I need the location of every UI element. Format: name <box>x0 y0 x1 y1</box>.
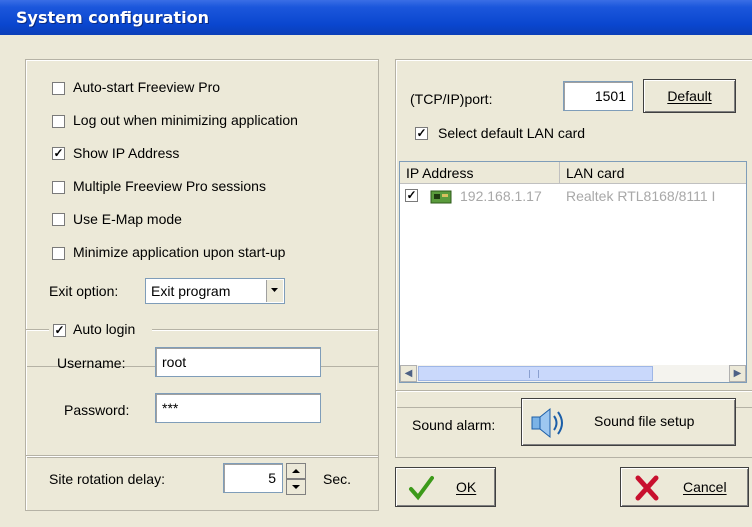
logout-minimize-label: Log out when minimizing application <box>73 112 298 128</box>
minimize-startup-label: Minimize application upon start-up <box>73 244 286 260</box>
username-field[interactable]: root <box>155 347 321 377</box>
auto-login-label: Auto login <box>73 321 136 337</box>
auto-login-checkbox[interactable]: ✓ <box>53 324 66 337</box>
window-title: System configuration <box>16 8 209 27</box>
minimize-startup-checkbox[interactable] <box>52 247 65 260</box>
site-rotation-label: Site rotation delay: <box>49 471 165 487</box>
column-header-ip[interactable]: IP Address <box>400 162 560 184</box>
column-header-lan[interactable]: LAN card <box>560 162 746 184</box>
exit-option-value: Exit program <box>151 283 231 299</box>
show-ip-label: Show IP Address <box>73 145 180 161</box>
auto-start-checkbox[interactable] <box>52 82 65 95</box>
lan-card-table[interactable]: IP Address LAN card ✓ 192.168.1.17 Realt… <box>399 161 747 383</box>
username-label: Username: <box>57 355 126 371</box>
default-button[interactable]: Default <box>643 79 736 113</box>
exit-option-label: Exit option: <box>49 283 119 299</box>
auto-start-label: Auto-start Freeview Pro <box>73 79 221 95</box>
password-field[interactable]: *** <box>155 393 321 423</box>
row-lan: Realtek RTL8168/8111 I <box>566 188 716 204</box>
emap-mode-label: Use E-Map mode <box>73 211 182 227</box>
speaker-icon <box>531 407 563 439</box>
port-input[interactable]: 1501 <box>563 81 633 111</box>
scroll-left-button[interactable]: ◀ <box>400 365 417 382</box>
horizontal-scrollbar[interactable]: ◀ ▶ <box>400 365 746 382</box>
port-label: (TCP/IP)port: <box>410 91 493 107</box>
chevron-up-icon <box>292 469 300 473</box>
ok-button-label: OK <box>456 479 477 495</box>
exit-option-select[interactable]: Exit program <box>145 278 285 304</box>
password-label: Password: <box>64 402 130 418</box>
exit-option-dropdown-button[interactable] <box>266 280 283 302</box>
cancel-button[interactable]: Cancel <box>620 467 749 507</box>
sound-alarm-label: Sound alarm: <box>412 417 496 433</box>
scroll-thumb[interactable] <box>418 366 653 381</box>
sound-file-setup-button[interactable]: Sound file setup <box>521 398 736 446</box>
default-lan-checkbox[interactable]: ✓ <box>415 127 428 140</box>
spin-down-button[interactable] <box>286 479 306 495</box>
site-rotation-spinner[interactable] <box>286 463 306 495</box>
scroll-right-button[interactable]: ▶ <box>729 365 746 382</box>
network-card-icon <box>430 190 452 204</box>
show-ip-checkbox[interactable]: ✓ <box>52 147 65 160</box>
dialog-client-area: Auto-start Freeview Pro Log out when min… <box>0 35 752 527</box>
site-rotation-unit: Sec. <box>323 471 352 487</box>
sound-file-setup-label: Sound file setup <box>594 413 695 429</box>
chevron-down-icon <box>271 288 278 292</box>
site-rotation-input[interactable]: 5 <box>223 463 283 493</box>
close-icon <box>635 475 659 501</box>
logout-minimize-checkbox[interactable] <box>52 115 65 128</box>
port-value: 1501 <box>594 88 626 104</box>
auto-login-legend: ✓ Auto login <box>49 321 152 339</box>
chevron-down-icon <box>292 485 300 489</box>
multiple-sessions-label: Multiple Freeview Pro sessions <box>73 178 266 194</box>
default-lan-label: Select default LAN card <box>438 125 586 141</box>
spin-up-button[interactable] <box>286 463 306 479</box>
row-ip: 192.168.1.17 <box>460 188 542 204</box>
checkmark-icon <box>409 476 434 501</box>
site-rotation-value: 5 <box>268 470 276 486</box>
table-row[interactable]: ✓ 192.168.1.17 Realtek RTL8168/8111 I <box>400 184 746 208</box>
default-button-label: Default <box>667 88 712 104</box>
row-checkbox[interactable]: ✓ <box>405 189 418 202</box>
cancel-button-label: Cancel <box>683 479 727 495</box>
title-bar[interactable]: System configuration <box>0 0 752 35</box>
multiple-sessions-checkbox[interactable] <box>52 181 65 194</box>
ok-button[interactable]: OK <box>395 467 496 507</box>
emap-mode-checkbox[interactable] <box>52 213 65 226</box>
